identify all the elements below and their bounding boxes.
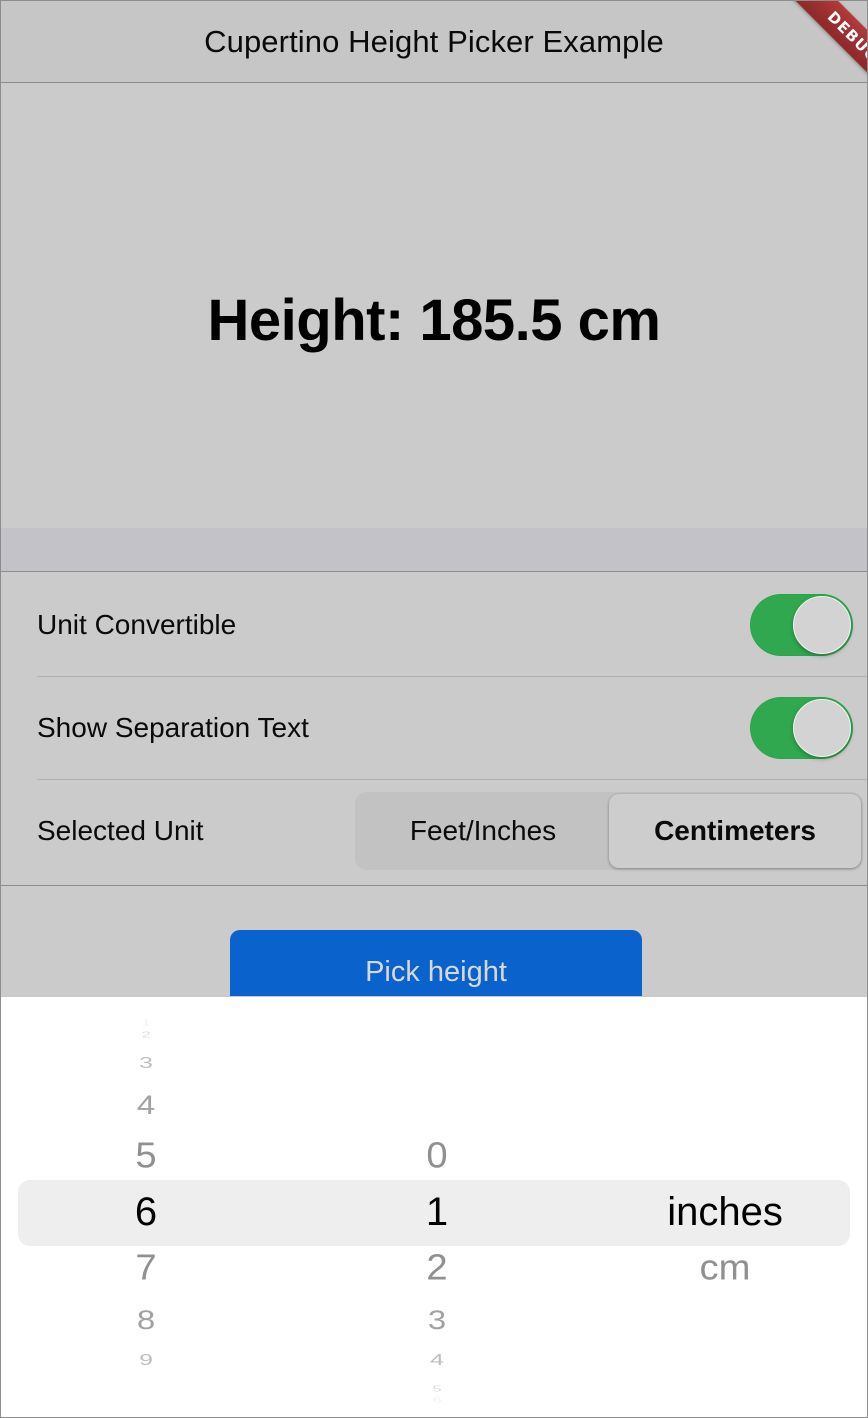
picker-feet-item[interactable]: 9 — [1, 1353, 291, 1368]
picker-inches-item[interactable]: 5 — [291, 1384, 583, 1393]
section-divider-strip — [1, 528, 867, 572]
height-value-text: Height: 185.5 cm — [207, 287, 661, 353]
action-button-zone: Pick height — [1, 885, 867, 1018]
picker-feet-item[interactable]: 2 — [1, 1030, 291, 1039]
app-window: Cupertino Height Picker Example DEBUG He… — [0, 0, 868, 1418]
picker-inches-item[interactable]: 3 — [291, 1306, 583, 1333]
picker-wheel-unit[interactable]: inches cm — [583, 997, 867, 1417]
picker-wheel-inches[interactable]: 0 1 2 3 4 5 6 — [291, 997, 583, 1417]
page-title: Cupertino Height Picker Example — [204, 23, 664, 59]
setting-label-show-separation-text: Show Separation Text — [37, 711, 309, 743]
picker-feet-item[interactable]: 3 — [1, 1055, 291, 1071]
picker-inches-item[interactable]: 2 — [291, 1249, 583, 1286]
segment-centimeters[interactable]: Centimeters — [609, 793, 861, 868]
picker-feet-item[interactable]: 1 — [1, 1019, 291, 1027]
toggle-knob-icon — [793, 698, 851, 757]
setting-row-selected-unit[interactable]: Selected Unit Feet/Inches Centimeters — [1, 779, 867, 882]
picker-inches-item[interactable]: 6 — [291, 1396, 583, 1404]
toggle-knob-icon — [793, 595, 851, 654]
picker-feet-item[interactable]: 7 — [1, 1249, 291, 1286]
picker-wheel-feet[interactable]: 1 2 3 4 5 6 7 8 9 — [1, 997, 291, 1417]
picker-feet-item[interactable]: 4 — [1, 1091, 291, 1118]
picker-inches-selected-item[interactable]: 1 — [291, 1192, 583, 1232]
picker-unit-item[interactable]: cm — [583, 1249, 867, 1286]
picker-inches-item[interactable]: 4 — [291, 1353, 583, 1368]
setting-trailing-unit-convertible — [750, 593, 867, 656]
picker-feet-item[interactable]: 8 — [1, 1306, 291, 1333]
height-display-area: Height: 185.5 cm — [1, 84, 867, 528]
setting-row-show-separation-text[interactable]: Show Separation Text — [1, 676, 867, 779]
app-bar: Cupertino Height Picker Example — [1, 1, 867, 83]
picker-feet-selected-item[interactable]: 6 — [1, 1192, 291, 1232]
settings-list: Unit Convertible Show Separation Text Se… — [1, 573, 867, 882]
toggle-unit-convertible[interactable] — [750, 593, 853, 656]
setting-label-selected-unit: Selected Unit — [37, 814, 204, 846]
setting-label-unit-convertible: Unit Convertible — [37, 608, 237, 640]
picker-unit-selected-item[interactable]: inches — [583, 1192, 867, 1232]
setting-row-unit-convertible[interactable]: Unit Convertible — [1, 573, 867, 676]
setting-trailing-show-separation-text — [750, 696, 867, 759]
segment-feet-inches[interactable]: Feet/Inches — [357, 794, 609, 868]
toggle-show-separation-text[interactable] — [750, 696, 853, 759]
setting-trailing-selected-unit: Feet/Inches Centimeters — [355, 791, 867, 870]
picker-feet-item[interactable]: 5 — [1, 1137, 291, 1174]
height-picker-sheet[interactable]: 1 2 3 4 5 6 7 8 9 0 1 2 3 4 5 6 inches cm — [1, 996, 867, 1417]
picker-inches-item[interactable]: 0 — [291, 1137, 583, 1174]
segmented-control-unit[interactable]: Feet/Inches Centimeters — [355, 791, 863, 870]
picker-wheels: 1 2 3 4 5 6 7 8 9 0 1 2 3 4 5 6 inches cm — [1, 997, 867, 1417]
